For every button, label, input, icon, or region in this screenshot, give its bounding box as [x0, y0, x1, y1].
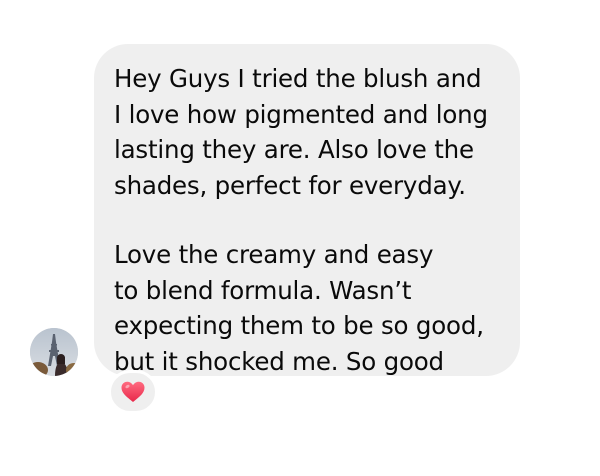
message-line: expecting them to be so good, — [114, 311, 484, 340]
message-paragraph-2: Love the creamy and easy to blend formul… — [114, 237, 500, 379]
message-line: lasting they are. Also love the — [114, 135, 474, 164]
heart-icon — [121, 381, 145, 402]
message-line: I love how pigmented and long — [114, 99, 488, 129]
message-bubble[interactable]: Hey Guys I tried the blush and I love ho… — [94, 44, 520, 376]
chat-thread: Hey Guys I tried the blush and I love ho… — [0, 0, 600, 476]
message-line: shades, perfect for everyday. — [114, 170, 466, 200]
reaction-badge[interactable] — [108, 370, 158, 414]
message-line: Love the creamy and easy — [114, 240, 434, 269]
message-paragraph-1: Hey Guys I tried the blush and I love ho… — [114, 61, 500, 203]
message-line: Hey Guys I tried the blush and — [114, 64, 482, 93]
message-line: but it shocked me. So good — [114, 346, 444, 376]
avatar[interactable] — [30, 328, 78, 376]
message-line: to blend formula. Wasn’t — [114, 275, 412, 305]
avatar-photo-icon — [30, 328, 78, 376]
